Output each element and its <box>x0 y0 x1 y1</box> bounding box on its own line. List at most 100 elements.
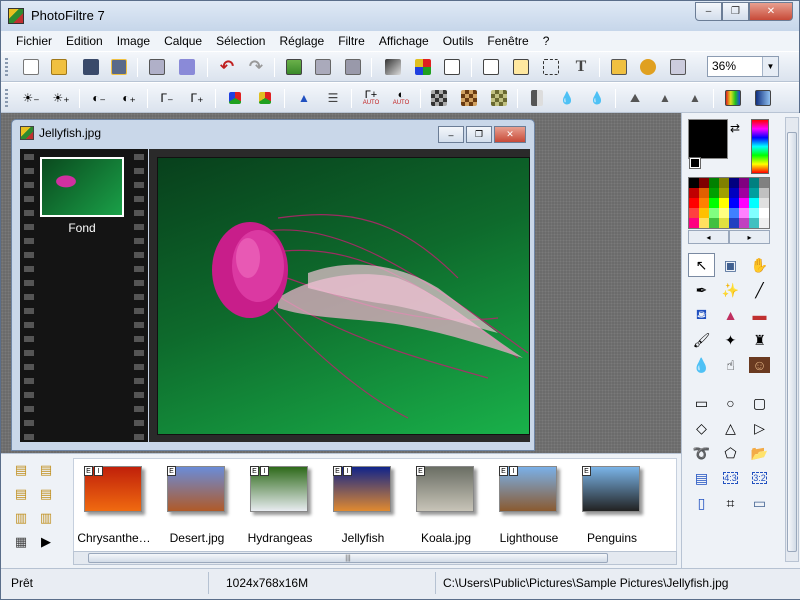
fit-selection[interactable]: ▯ <box>688 491 715 515</box>
new-file-button[interactable] <box>21 57 41 77</box>
ratio-32[interactable]: 3:2 <box>746 466 773 490</box>
hand-tool[interactable]: ✋ <box>746 253 773 277</box>
palette-swatch[interactable] <box>759 208 769 218</box>
palette-swatch[interactable] <box>739 218 749 228</box>
emboss-button[interactable]: ⛰ <box>625 88 645 108</box>
polygon-selection[interactable]: ⬠ <box>717 441 744 465</box>
advanced-brush-tool[interactable]: ✦ <box>717 328 744 352</box>
menu-filtre[interactable]: Filtre <box>331 34 372 48</box>
selection-settings[interactable]: ▭ <box>746 491 773 515</box>
palette-scroll-right[interactable]: ▸ <box>729 230 770 244</box>
triangle-selection[interactable]: △ <box>717 416 744 440</box>
toolbar-grip[interactable] <box>5 89 8 108</box>
palette-swatch[interactable] <box>689 208 699 218</box>
selection-button[interactable] <box>541 57 561 77</box>
menu-affichage[interactable]: Affichage <box>372 34 436 48</box>
thumbnail-item[interactable]: E Desert.jpg <box>161 463 241 549</box>
colors-button[interactable] <box>413 57 433 77</box>
gamma-plus-button[interactable]: Γ₊ <box>187 88 207 108</box>
rounded-rect-selection[interactable]: ▢ <box>746 391 773 415</box>
palette-swatch[interactable] <box>699 198 709 208</box>
rectangle-selection[interactable]: ▭ <box>688 391 715 415</box>
mosaic-button[interactable] <box>429 88 449 108</box>
zoom-select[interactable]: 36% ▼ <box>707 56 779 77</box>
palette-swatch[interactable] <box>709 218 719 228</box>
foreground-color[interactable] <box>688 119 728 159</box>
clone-tool[interactable]: ☺ <box>746 353 773 377</box>
chevron-down-icon[interactable]: ▼ <box>762 57 778 76</box>
palette-swatch[interactable] <box>689 178 699 188</box>
palette-swatch[interactable] <box>699 178 709 188</box>
doc-close-button[interactable]: ✕ <box>494 126 526 143</box>
lasso-selection[interactable]: ➰ <box>688 441 715 465</box>
palette-swatch[interactable] <box>699 208 709 218</box>
folder-refresh-button[interactable]: ▤ <box>11 484 31 504</box>
redo-button[interactable]: ↷ <box>246 57 266 77</box>
palette-swatch[interactable] <box>729 198 739 208</box>
palette-swatch[interactable] <box>739 208 749 218</box>
saturation-minus-button[interactable] <box>225 88 245 108</box>
menu-image[interactable]: Image <box>110 34 157 48</box>
scan-button[interactable] <box>177 57 197 77</box>
palette-swatch[interactable] <box>729 188 739 198</box>
palette-swatch[interactable] <box>699 218 709 228</box>
menu-fichier[interactable]: Fichier <box>9 34 59 48</box>
layer-tool[interactable]: ▣ <box>717 253 744 277</box>
menu-reglage[interactable]: Réglage <box>272 34 331 48</box>
palette-swatch[interactable] <box>759 188 769 198</box>
relief-button[interactable]: ▲ <box>655 88 675 108</box>
eraser-tool[interactable]: ▬ <box>746 303 773 327</box>
panel-scroll-thumb[interactable] <box>787 132 797 552</box>
sharpen-button[interactable] <box>527 88 547 108</box>
folder-add-button[interactable]: ▤ <box>36 460 56 480</box>
contrast-plus-button[interactable]: ◐₊ <box>119 88 139 108</box>
open-file-button[interactable] <box>49 57 69 77</box>
brightness-minus-button[interactable]: ☀₋ <box>21 88 41 108</box>
batch-folder-button[interactable]: ▦ <box>11 532 31 552</box>
select-folder-button[interactable]: ▥ <box>11 508 31 528</box>
triangle-right-selection[interactable]: ▷ <box>746 416 773 440</box>
pixelate-button[interactable] <box>459 88 479 108</box>
blur-tool[interactable]: 💧 <box>688 353 715 377</box>
menu-selection[interactable]: Sélection <box>209 34 272 48</box>
duplicate-button[interactable] <box>343 57 363 77</box>
palette-swatch[interactable] <box>709 208 719 218</box>
levels-button[interactable]: ▲ <box>294 88 314 108</box>
palette-swatch[interactable] <box>709 188 719 198</box>
palette-swatch[interactable] <box>729 218 739 228</box>
palette-swatch[interactable] <box>689 218 699 228</box>
magic-wand-tool[interactable]: ✨ <box>717 278 744 302</box>
save-button[interactable] <box>81 57 101 77</box>
palette-swatch[interactable] <box>749 188 759 198</box>
select-all[interactable]: ▤ <box>688 466 715 490</box>
thumbnail-item[interactable]: E I Chrysanthe… <box>77 463 158 549</box>
eyedropper-tool[interactable]: ✒ <box>688 278 715 302</box>
open-selection[interactable]: 📂 <box>746 441 773 465</box>
auto-contrast-button[interactable]: ◐ AUTO <box>391 88 411 108</box>
thumbnail-item[interactable]: E I Jellyfish <box>327 463 407 549</box>
palette-swatch[interactable] <box>719 198 729 208</box>
gradient-button[interactable] <box>383 57 403 77</box>
solarize-button[interactable]: ▲ <box>685 88 705 108</box>
fill-tool[interactable]: ⛾ <box>688 303 715 327</box>
auto-gamma-button[interactable]: Γ+ AUTO <box>361 88 381 108</box>
menu-calque[interactable]: Calque <box>157 34 209 48</box>
blur-button[interactable]: 💧 <box>557 88 577 108</box>
crop-selection[interactable]: ⌗ <box>717 491 744 515</box>
brightness-plus-button[interactable]: ☀₊ <box>51 88 71 108</box>
automation-button[interactable] <box>442 57 462 77</box>
palette-swatch[interactable] <box>739 188 749 198</box>
spray-tool[interactable]: ▲ <box>717 303 744 327</box>
thumbnail-item[interactable]: E Koala.jpg <box>410 463 490 549</box>
toolbar-grip[interactable] <box>5 58 8 77</box>
menu-edition[interactable]: Edition <box>59 34 110 48</box>
brush-tool[interactable]: 🖌 <box>688 328 715 352</box>
plugins-button[interactable] <box>638 57 658 77</box>
swap-colors-icon[interactable]: ⇄ <box>730 121 740 135</box>
explorer-button[interactable] <box>609 57 629 77</box>
palette-swatch[interactable] <box>759 178 769 188</box>
texture-button[interactable] <box>489 88 509 108</box>
palette-swatch[interactable] <box>759 198 769 208</box>
sky-gradient-button[interactable] <box>753 88 773 108</box>
script-button[interactable] <box>481 57 501 77</box>
